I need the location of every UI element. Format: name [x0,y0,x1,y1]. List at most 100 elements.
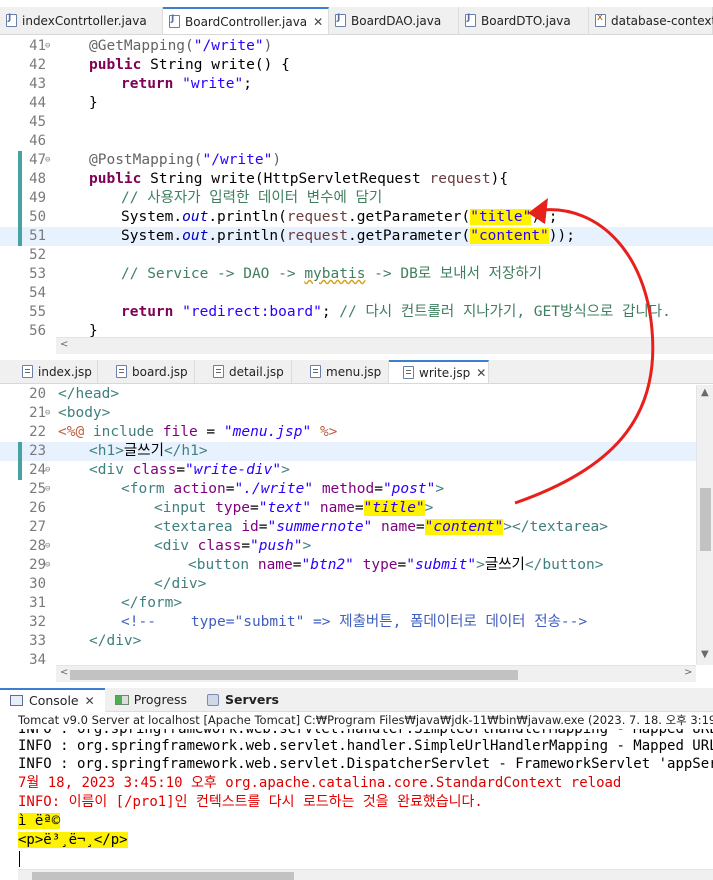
tab-label: write.jsp [419,365,471,380]
line-number: 46 [29,133,46,149]
console-process-title: Tomcat v9.0 Server at localhost [Apache … [18,713,713,727]
tab-label: board.jsp [132,364,188,379]
tab-detail-jsp[interactable]: detail.jsp [195,360,292,383]
code-line-28: 28 <div class="push"> ⊖ [0,537,713,556]
java-line-list: 41 @GetMapping("/write") ⊖ 42 public Str… [0,37,713,337]
jsp-code-editor[interactable]: 20 </head> 21 <body> ⊖ 22 <%@ include fi… [0,385,713,665]
jsp-file-icon [116,365,127,378]
scrollbar-thumb[interactable] [32,872,294,880]
code-line-34: 34 [0,651,713,665]
tab-label: index.jsp [38,364,92,379]
line-number: 44 [29,95,46,111]
tab-label: BoardController.java [185,14,308,29]
fold-toggle-icon[interactable]: ⊖ [45,151,50,170]
code-line-23: 23 <h1>글쓰기</h1> [0,442,713,461]
close-tab-icon[interactable]: ✕ [476,366,486,380]
line-number: 48 [29,171,46,187]
change-marker [18,208,22,227]
change-marker [18,461,22,480]
highlight-title-name: "title" [363,500,425,516]
code-line-52: 52 [0,246,713,265]
jsp-file-icon [403,366,414,379]
console-line: INFO: 이름이 [/pro1]인 컨텍스트를 다시 로드하는 것을 완료했습… [18,794,483,810]
highlight-content-param: "content" [470,228,549,244]
jsp-vertical-scrollbar[interactable]: ▲ ▼ [696,385,713,665]
close-tab-icon[interactable]: ✕ [85,694,95,708]
line-number: 30 [29,576,46,592]
line-number: 29 [29,557,46,573]
tab-boardcontroller-java[interactable]: BoardController.java ✕ [163,7,329,34]
tab-indexcontrtoller-java[interactable]: indexContrtoller.java [0,7,163,34]
code-line-26: 26 <input type="text" name="title"> [0,499,713,518]
console-tabbar: Console ✕ Progress Servers [0,687,713,712]
tab-label: Console [29,693,79,708]
jsp-line-list: 20 </head> 21 <body> ⊖ 22 <%@ include fi… [0,385,713,665]
java-editor-tabbar: indexContrtoller.java BoardController.ja… [0,7,713,35]
change-marker [18,170,22,189]
jsp-file-icon [213,365,224,378]
tab-board-jsp[interactable]: board.jsp [98,360,195,383]
code-line-50: 50 System.out.println(request.getParamet… [0,208,713,227]
tab-boarddao-java[interactable]: BoardDAO.java [329,7,459,34]
console-horizontal-scrollbar[interactable] [18,869,713,880]
line-number: 33 [29,633,46,649]
tab-database-context-xml[interactable]: database-context.x [589,7,713,34]
scroll-up-icon[interactable]: ▲ [701,387,709,398]
line-number: 21 [29,405,46,421]
change-marker [18,189,22,208]
console-line: INFO : org.springframework.web.servlet.D… [18,756,713,772]
line-number: 25 [29,481,46,497]
console-line-highlighted: <p>ë³¸ë¬¸</p> [18,832,128,848]
scrollbar-thumb[interactable] [70,670,518,680]
line-number: 55 [29,304,46,320]
close-tab-icon[interactable]: ✕ [313,15,323,29]
tab-index-jsp[interactable]: index.jsp [0,360,98,383]
code-line-31: 31 </form> [0,594,713,613]
line-number: 26 [29,500,46,516]
scroll-down-icon[interactable]: ▼ [701,649,709,660]
code-line-33: 33 </div> [0,632,713,651]
jsp-horizontal-scrollbar[interactable]: < > [56,665,696,682]
code-line-53: 53 // Service -> DAO -> mybatis -> DB로 보… [0,265,713,284]
tab-console[interactable]: Console ✕ [0,687,105,712]
console-output[interactable]: INFO : org.springframework.web.servlet.h… [0,729,713,869]
java-file-icon [465,13,476,27]
tab-servers[interactable]: Servers [197,688,289,712]
jsp-file-icon [22,365,33,378]
change-marker [18,151,22,170]
code-line-29: 29 <button name="btn2" type="submit">글쓰기… [0,556,713,575]
change-marker [18,227,22,246]
scroll-left-icon[interactable]: < [60,667,68,678]
code-line-25: 25 <form action="./write" method="post">… [0,480,713,499]
java-code-editor[interactable]: 41 @GetMapping("/write") ⊖ 42 public Str… [0,37,713,337]
fold-toggle-icon[interactable]: ⊖ [45,404,50,423]
fold-toggle-icon[interactable]: ⊖ [45,537,50,556]
tab-label: Progress [133,692,188,707]
tab-label: BoardDTO.java [481,13,571,28]
tab-menu-jsp[interactable]: menu.jsp [292,360,389,383]
line-number: 41 [29,38,46,54]
line-number: 56 [29,323,46,337]
fold-toggle-icon[interactable]: ⊖ [45,461,50,480]
tab-boarddto-java[interactable]: BoardDTO.java [459,7,589,34]
line-number: 51 [29,228,46,244]
servers-icon [207,693,220,706]
code-line-51: 51 System.out.println(request.getParamet… [0,227,713,246]
highlight-content-name: "content" [424,519,504,535]
progress-icon [114,694,129,705]
highlight-title-param: "title" [470,209,532,225]
scrollbar-thumb[interactable] [700,488,711,551]
java-horizontal-scrollbar[interactable]: < [56,337,713,354]
scroll-right-icon[interactable]: > [684,667,692,678]
tab-write-jsp[interactable]: write.jsp ✕ [389,360,489,383]
code-line-47: 47 @PostMapping("/write") ⊖ [0,151,713,170]
line-number: 28 [29,538,46,554]
code-line-56: 56 } [0,322,713,337]
tab-progress[interactable]: Progress [105,688,197,712]
tab-label: detail.jsp [229,364,284,379]
fold-toggle-icon[interactable]: ⊖ [45,37,50,56]
line-number: 45 [29,114,46,130]
scroll-left-icon[interactable]: < [60,339,68,350]
fold-toggle-icon[interactable]: ⊖ [45,556,50,575]
fold-toggle-icon[interactable]: ⊖ [45,480,50,499]
